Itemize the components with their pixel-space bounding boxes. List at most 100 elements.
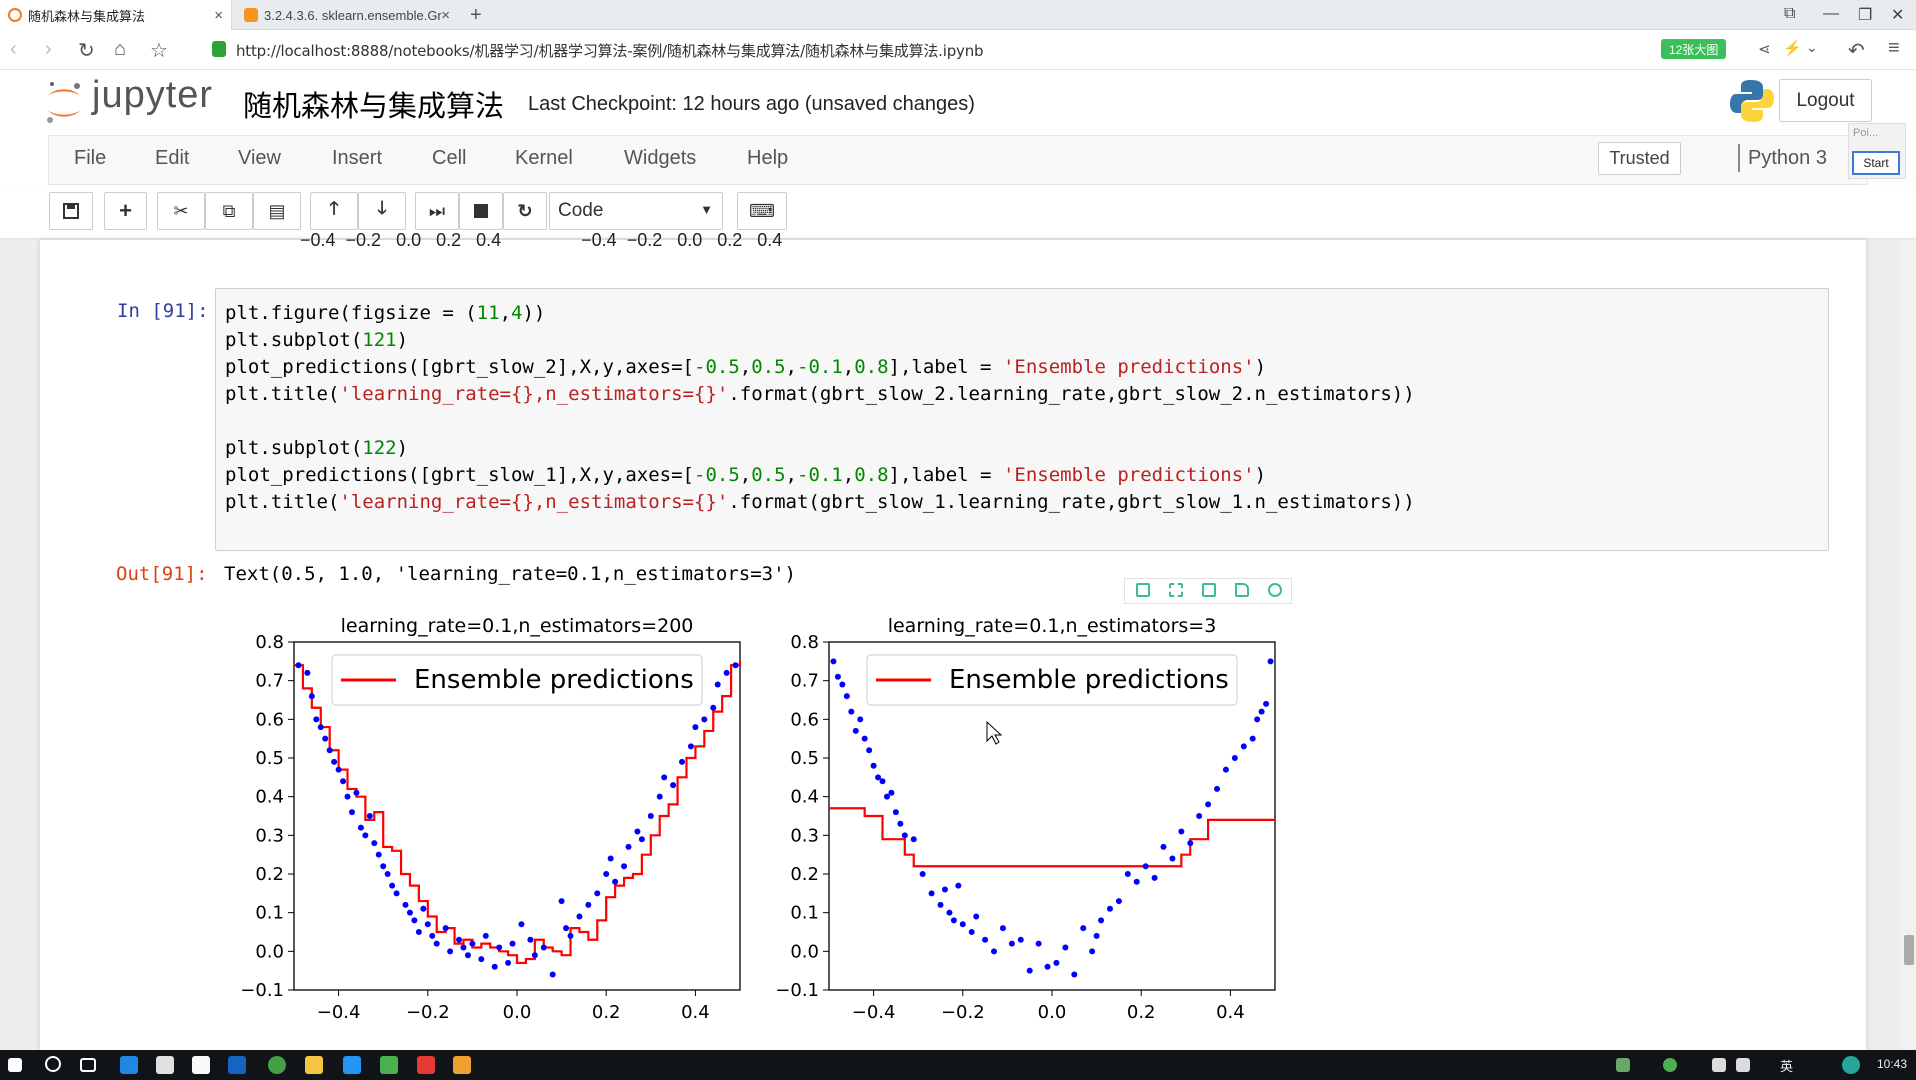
data-point <box>973 913 980 920</box>
data-point <box>901 832 908 839</box>
data-point <box>1214 785 1221 792</box>
tray-icon[interactable] <box>1616 1058 1630 1072</box>
data-point <box>866 747 873 754</box>
data-point <box>411 917 418 924</box>
data-point <box>344 793 351 800</box>
data-point <box>634 828 641 835</box>
windows-start-icon[interactable] <box>8 1058 22 1072</box>
chart-title: learning_rate=0.1,n_estimators=3 <box>888 615 1217 637</box>
data-point <box>563 925 570 932</box>
y-tick-label: 0.4 <box>255 787 284 808</box>
data-point <box>406 909 413 916</box>
data-point <box>464 952 471 959</box>
data-point <box>1044 963 1051 970</box>
y-tick-label: 0.5 <box>790 748 819 769</box>
data-point <box>505 959 512 966</box>
mail-icon[interactable] <box>192 1056 210 1074</box>
data-point <box>353 789 360 796</box>
y-tick-label: 0.0 <box>255 941 284 962</box>
data-point <box>857 716 864 723</box>
data-point <box>625 843 632 850</box>
app-icon[interactable] <box>343 1056 361 1074</box>
data-point <box>968 929 975 935</box>
legend-label: Ensemble predictions <box>949 665 1229 695</box>
data-point <box>723 669 730 676</box>
data-point <box>1222 766 1229 773</box>
folder-icon[interactable] <box>305 1056 323 1074</box>
data-point <box>1169 855 1176 862</box>
data-point <box>380 863 387 870</box>
y-tick-label: 0.2 <box>255 864 284 885</box>
task-view-icon[interactable] <box>80 1058 96 1072</box>
data-point <box>1254 716 1261 723</box>
edge-icon[interactable] <box>120 1056 138 1074</box>
y-tick-label: 0.1 <box>255 903 284 924</box>
data-point <box>402 901 409 908</box>
x-tick-label: 0.4 <box>681 1002 710 1023</box>
y-tick-label: 0.3 <box>790 825 819 846</box>
data-point <box>304 669 311 676</box>
x-tick-label: −0.4 <box>317 1002 361 1023</box>
data-point <box>1187 840 1194 847</box>
data-point <box>393 890 400 897</box>
x-tick-label: −0.2 <box>406 1002 450 1023</box>
legend-label: Ensemble predictions <box>414 665 694 695</box>
notification-icon[interactable] <box>1842 1056 1860 1074</box>
network-icon[interactable] <box>1712 1058 1726 1072</box>
data-point <box>518 921 525 928</box>
data-point <box>317 724 324 731</box>
data-point <box>482 932 489 939</box>
data-point <box>1053 959 1060 966</box>
data-point <box>1071 971 1078 978</box>
data-point <box>892 809 899 816</box>
store-icon[interactable] <box>156 1056 174 1074</box>
volume-icon[interactable] <box>1736 1058 1750 1072</box>
y-tick-label: 0.6 <box>790 709 819 730</box>
app-red-icon[interactable] <box>417 1056 435 1074</box>
y-tick-label: 0.1 <box>790 903 819 924</box>
data-point <box>531 952 538 959</box>
data-point <box>540 944 547 951</box>
data-point <box>558 898 565 905</box>
data-point <box>362 832 369 839</box>
data-point <box>567 932 574 939</box>
y-tick-label: 0.8 <box>790 632 819 653</box>
data-point <box>870 762 877 769</box>
app-orange-icon[interactable] <box>453 1056 471 1074</box>
app-blue-icon[interactable] <box>228 1056 246 1074</box>
data-point <box>308 693 315 700</box>
data-point <box>442 925 449 932</box>
data-point <box>384 871 391 877</box>
data-point <box>701 716 708 723</box>
data-point <box>447 948 454 955</box>
data-point <box>322 735 329 742</box>
data-point <box>460 944 467 951</box>
x-tick-label: 0.4 <box>1216 1002 1245 1023</box>
tray-icon[interactable] <box>1663 1058 1677 1072</box>
y-tick-label: −0.1 <box>240 980 284 1001</box>
y-tick-label: 0.6 <box>255 709 284 730</box>
browser-360-icon[interactable] <box>268 1056 286 1074</box>
data-point <box>692 724 699 731</box>
data-point <box>509 940 516 947</box>
data-point <box>295 662 302 669</box>
data-point <box>941 886 948 893</box>
data-point <box>888 789 895 796</box>
x-tick-label: 0.0 <box>503 1002 532 1023</box>
search-icon[interactable] <box>45 1056 61 1072</box>
data-point <box>1098 917 1105 924</box>
y-tick-label: 0.7 <box>255 671 284 692</box>
data-point <box>1196 813 1203 819</box>
data-point <box>1178 828 1185 835</box>
data-point <box>732 662 739 669</box>
app-green-icon[interactable] <box>380 1056 398 1074</box>
data-point <box>491 963 498 970</box>
data-point <box>919 871 926 877</box>
chart-title: learning_rate=0.1,n_estimators=200 <box>341 615 694 637</box>
input-language[interactable]: 英 <box>1780 1056 1793 1075</box>
y-tick-label: 0.2 <box>790 864 819 885</box>
data-point <box>1062 944 1069 951</box>
data-point <box>897 820 904 827</box>
data-point <box>496 944 503 951</box>
data-point <box>429 932 436 939</box>
